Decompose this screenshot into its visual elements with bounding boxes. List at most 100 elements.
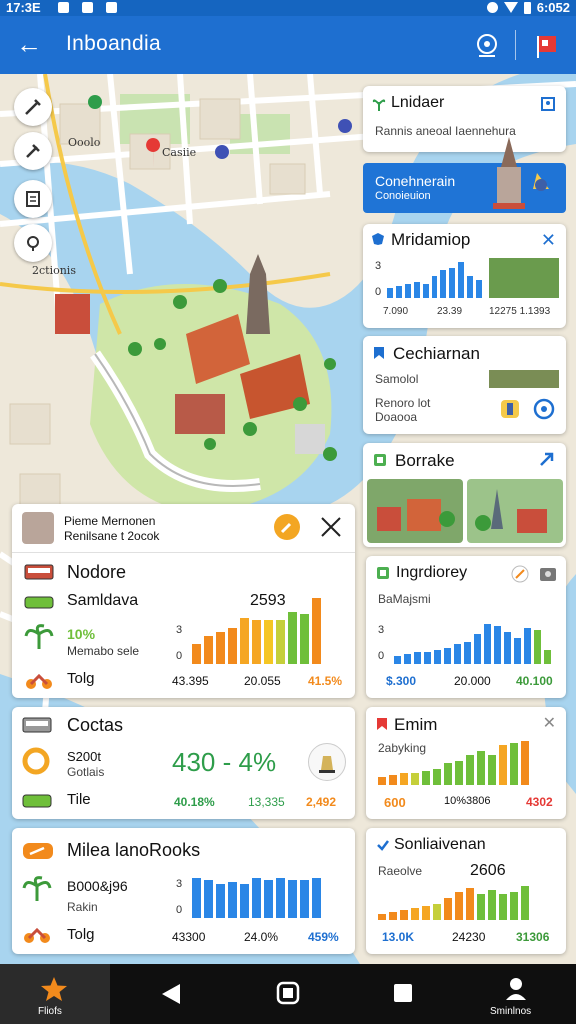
back-arrow-icon[interactable]: ← [14, 29, 44, 59]
chart-bar [524, 628, 531, 664]
chart-bar [264, 880, 273, 918]
home-circle-icon[interactable] [276, 981, 300, 1005]
promo-banner[interactable]: Conehnerain Conoieuion [363, 137, 566, 213]
location-button[interactable] [14, 224, 52, 262]
divider [12, 552, 355, 553]
chart-bar [510, 743, 518, 785]
gallery-card[interactable]: Borrake [363, 443, 566, 547]
card-subtitle: BaMajsmi [378, 592, 431, 606]
headline-value: 430 - 4% [172, 747, 277, 777]
back-triangle-icon[interactable] [160, 982, 182, 1006]
status-time: 17:3E [6, 0, 41, 15]
star-icon [41, 977, 67, 1001]
foot-value: 459% [308, 930, 339, 944]
gallery-image[interactable] [467, 479, 563, 543]
bar-chart [394, 620, 559, 664]
map-label: Ooolo [68, 136, 101, 149]
chart-bar [216, 632, 225, 664]
chart-bar [488, 755, 496, 785]
nav-profile[interactable]: Sminlnos [476, 964, 556, 1024]
tools-button[interactable] [14, 88, 52, 126]
chart-bar [424, 652, 431, 664]
chart-bar [395, 286, 402, 298]
chart-bar [288, 880, 297, 918]
card-line: S200t [67, 749, 101, 764]
foot-value: 24.0% [244, 930, 279, 944]
tick-label: 0 [375, 286, 382, 298]
card-line: Samolol [375, 372, 419, 386]
chart-bar [216, 884, 225, 918]
stats-card[interactable]: Milea lanoRooks B000&j96 Rakin 3 0 Tolg … [12, 828, 355, 954]
document-button[interactable] [14, 180, 52, 218]
banner-line1: Conehnerain [375, 173, 456, 189]
settings-icon [486, 2, 498, 13]
hammer-button[interactable] [14, 132, 52, 170]
foot-value: 13,335 [248, 795, 285, 809]
stats-card[interactable]: Pieme Mernonen Renilsane t 2ocok Nodore … [12, 504, 355, 698]
chart-bar [414, 652, 421, 664]
square-icon[interactable] [392, 982, 414, 1004]
app-bar: ← Inboandia [0, 16, 576, 74]
chart-bar [521, 741, 529, 785]
chart-bar [204, 880, 213, 918]
flag-icon[interactable] [532, 30, 562, 60]
person-icon[interactable] [540, 96, 556, 112]
field-thumbnail [489, 370, 559, 388]
bookmark-icon [374, 347, 384, 359]
compass-icon[interactable] [510, 564, 530, 584]
card-line: Gotlais [67, 765, 105, 779]
close-icon[interactable] [318, 514, 344, 540]
bar-chart [192, 596, 348, 664]
palm-leaf-icon [22, 876, 52, 901]
chart-bar [228, 628, 237, 664]
car-icon [24, 596, 54, 609]
chart-bar [252, 620, 261, 664]
status-time-right: 6:052 [536, 0, 570, 15]
bell-icon [319, 756, 335, 773]
card-title: Milea lanoRooks [67, 840, 201, 860]
gallery-image[interactable] [367, 479, 463, 543]
status-right: 6:052 [486, 0, 570, 15]
map-label: 2ctionis [32, 264, 76, 277]
card-title: Mridamiop [391, 230, 471, 249]
stats-card[interactable]: Emim ✕ 2abyking 600 10%3806 4302 [366, 707, 566, 819]
app-bar-divider [515, 30, 516, 60]
foot-label: Tolg [67, 670, 95, 687]
card-line: Doaooa [375, 410, 418, 424]
chart-card[interactable]: Mridamiop ✕ 3 0 7.090 23.39 12275 1.1393 [363, 224, 566, 328]
card-title: Emim [394, 715, 438, 734]
bell-button[interactable] [308, 743, 346, 781]
close-icon[interactable]: ✕ [543, 713, 556, 733]
chart-bar [276, 878, 285, 918]
camera-icon[interactable] [538, 564, 558, 584]
avatar [22, 512, 54, 544]
chart-bar [474, 634, 481, 664]
chart-bar [422, 771, 430, 785]
foot-value: 41.5% [308, 674, 343, 688]
stats-card[interactable]: Coctas S200t Gotlais 430 - 4% Tile 40.18… [12, 707, 355, 819]
chart-bar [422, 906, 430, 920]
close-icon[interactable]: ✕ [541, 230, 556, 251]
stats-card[interactable]: Ingrdiorey BaMajsmi 3 0 $.300 20.000 40.… [366, 556, 566, 698]
chart-bar [404, 284, 411, 298]
card-icon [501, 400, 519, 418]
foot-value: 40.100 [516, 674, 553, 688]
chart-bar [378, 777, 386, 785]
chart-bar [300, 880, 309, 918]
card-title: Lnidaer [391, 94, 445, 111]
expand-icon[interactable] [538, 451, 556, 469]
check-square-icon [374, 454, 386, 466]
nav-home[interactable]: Fliofs [0, 964, 110, 1024]
foot-value: 20.000 [454, 674, 491, 688]
stats-card[interactable]: Sonliaivenan Raeolve 2606 13.0K 24230 31… [366, 828, 566, 954]
chart-bar [449, 268, 456, 298]
place-card[interactable]: Cechiarnan Samolol Renoro lot Doaooa [363, 336, 566, 434]
chart-bar [477, 751, 485, 785]
compass-icon[interactable] [272, 512, 302, 542]
football-icon[interactable] [533, 398, 555, 420]
help-icon[interactable] [472, 30, 502, 60]
chart-bar [455, 892, 463, 920]
chart-bar [434, 650, 441, 664]
foot-value: 43300 [172, 930, 206, 944]
bar-chart [192, 878, 348, 918]
